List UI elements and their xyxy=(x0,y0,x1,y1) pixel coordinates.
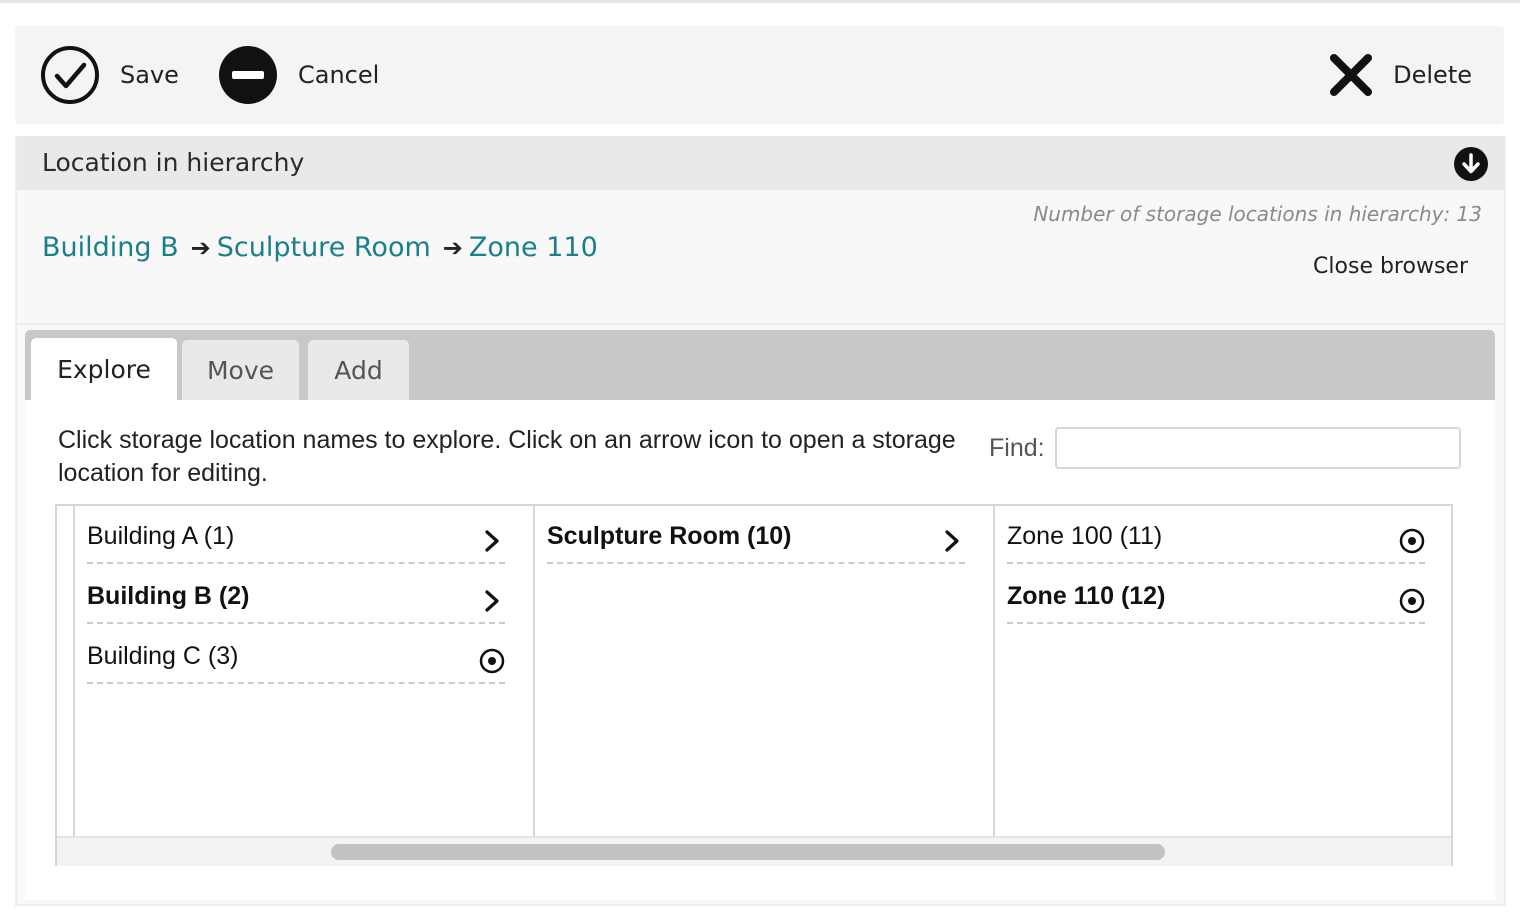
close-x-icon xyxy=(1330,54,1373,96)
divider xyxy=(17,323,1504,325)
item-label: Zone 100 (11) xyxy=(1007,522,1163,550)
breadcrumb-item[interactable]: Zone 110 xyxy=(469,232,598,263)
column-zones: Zone 100 (11) Zone 110 (12) xyxy=(995,506,1453,836)
item-label: Building C (3) xyxy=(87,642,239,670)
column-buildings: Building A (1) Building B (2) Building C… xyxy=(75,506,535,836)
horizontal-scrollbar[interactable] xyxy=(57,836,1451,866)
top-border xyxy=(0,0,1520,3)
list-item[interactable]: Building A (1) xyxy=(87,512,505,564)
radio-target-icon[interactable] xyxy=(1399,528,1425,554)
column-rooms: Sculpture Room (10) xyxy=(535,506,995,836)
panel-title: Location in hierarchy xyxy=(42,148,305,177)
breadcrumb-item[interactable]: Building B xyxy=(42,232,179,263)
breadcrumb-separator: ➔ xyxy=(442,233,463,262)
column-browser: Building A (1) Building B (2) Building C… xyxy=(55,504,1453,866)
toolbar: Save Cancel Delete xyxy=(15,26,1504,124)
minus-circle-icon xyxy=(219,46,277,104)
close-browser-link[interactable]: Close browser xyxy=(1313,254,1468,279)
breadcrumb-separator: ➔ xyxy=(190,233,211,262)
list-item[interactable]: Zone 100 (11) xyxy=(1007,512,1425,564)
column-stub xyxy=(57,506,75,836)
instructions-text: Click storage location names to explore.… xyxy=(58,426,956,487)
item-label: Building A (1) xyxy=(87,522,235,550)
tab-bar: Explore Move Add xyxy=(25,330,1495,400)
scrollbar-thumb[interactable] xyxy=(331,844,1165,860)
item-label: Zone 110 (12) xyxy=(1007,582,1166,610)
breadcrumb-item[interactable]: Sculpture Room xyxy=(217,232,431,263)
tab-move[interactable]: Move xyxy=(182,340,299,400)
breadcrumb: Building B ➔ Sculpture Room ➔ Zone 110 xyxy=(42,232,598,263)
radio-target-icon[interactable] xyxy=(1399,588,1425,614)
list-item[interactable]: Sculpture Room (10) xyxy=(547,512,965,564)
radio-target-icon[interactable] xyxy=(479,648,505,674)
tab-explore[interactable]: Explore xyxy=(31,338,177,400)
list-item[interactable]: Building C (3) xyxy=(87,632,505,684)
save-label: Save xyxy=(120,61,179,89)
cancel-button[interactable]: Cancel xyxy=(218,26,379,124)
checkmark-circle-icon xyxy=(41,46,99,104)
delete-label: Delete xyxy=(1393,61,1472,89)
cancel-label: Cancel xyxy=(298,61,380,89)
hierarchy-panel: Location in hierarchy Number of storage … xyxy=(15,136,1506,906)
find-input[interactable] xyxy=(1055,427,1461,469)
arrow-down-circle-icon[interactable] xyxy=(1454,147,1488,181)
item-label: Sculpture Room (10) xyxy=(547,522,792,550)
location-browser: Explore Move Add Click storage location … xyxy=(25,330,1495,900)
chevron-right-icon[interactable] xyxy=(479,528,505,554)
save-button[interactable]: Save xyxy=(40,26,179,124)
tab-add[interactable]: Add xyxy=(308,340,409,400)
location-count: Number of storage locations in hierarchy… xyxy=(1033,202,1482,226)
list-item[interactable]: Zone 110 (12) xyxy=(1007,572,1425,624)
chevron-right-icon[interactable] xyxy=(939,528,965,554)
delete-button[interactable]: Delete xyxy=(1329,26,1472,124)
panel-header: Location in hierarchy xyxy=(17,136,1504,190)
find-label: Find: xyxy=(989,434,1045,462)
chevron-right-icon[interactable] xyxy=(479,588,505,614)
list-item[interactable]: Building B (2) xyxy=(87,572,505,624)
item-label: Building B (2) xyxy=(87,582,250,610)
